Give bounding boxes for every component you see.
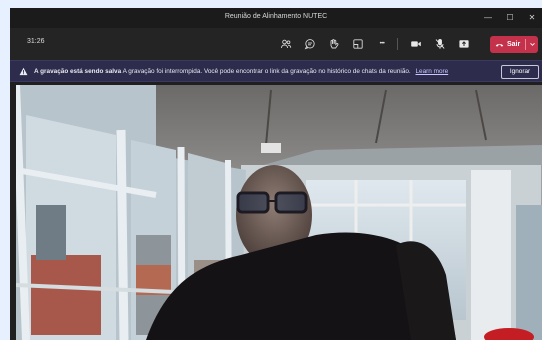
camera-icon	[411, 41, 421, 47]
chevron-down-icon[interactable]	[528, 39, 537, 50]
window-title: Reunião de Alinhamento NUTEC	[224, 13, 328, 20]
meeting-timer: 31:26	[27, 38, 45, 45]
mic-button[interactable]	[432, 36, 448, 52]
minimize-button[interactable]: —	[478, 8, 498, 28]
reactions-icon	[330, 39, 339, 49]
recording-notification-banner: A gravação está sendo salva A gravação f…	[10, 60, 542, 82]
video-feed	[16, 85, 542, 340]
share-screen-button[interactable]	[456, 36, 472, 52]
more-actions-button[interactable]: •••	[374, 36, 390, 52]
breakout-rooms-button[interactable]	[350, 36, 366, 52]
mic-off-icon	[435, 38, 445, 49]
leave-button[interactable]: Sair	[490, 36, 538, 53]
reactions-button[interactable]	[326, 36, 342, 52]
teams-meeting-window: Reunião de Alinhamento NUTEC — ☐ ✕ 31:26	[10, 8, 542, 340]
camera-button[interactable]	[408, 36, 424, 52]
rooms-icon	[353, 39, 363, 49]
banner-text: A gravação foi interrompida. Você pode e…	[122, 68, 411, 75]
maximize-button[interactable]: ☐	[500, 8, 520, 28]
leave-divider	[525, 39, 526, 50]
share-icon	[459, 40, 469, 48]
banner-message: A gravação está sendo salva A gravação f…	[34, 68, 448, 75]
ignore-button[interactable]: Ignorar	[501, 65, 539, 79]
phone-hangup-icon	[495, 43, 504, 47]
chat-button[interactable]	[302, 36, 318, 52]
learn-more-link[interactable]: Learn more	[416, 68, 449, 75]
warning-icon	[19, 67, 28, 76]
participant-video	[16, 85, 542, 340]
chat-icon	[304, 39, 315, 50]
title-bar: Reunião de Alinhamento NUTEC — ☐ ✕	[10, 8, 542, 28]
meeting-toolbar: 31:26 ••• Sair	[10, 28, 542, 60]
close-button[interactable]: ✕	[522, 8, 542, 28]
people-icon	[281, 39, 292, 49]
people-button[interactable]	[278, 36, 294, 52]
toolbar-separator	[397, 38, 398, 50]
leave-label: Sair	[507, 41, 521, 48]
banner-bold-text: A gravação está sendo salva	[34, 68, 122, 75]
